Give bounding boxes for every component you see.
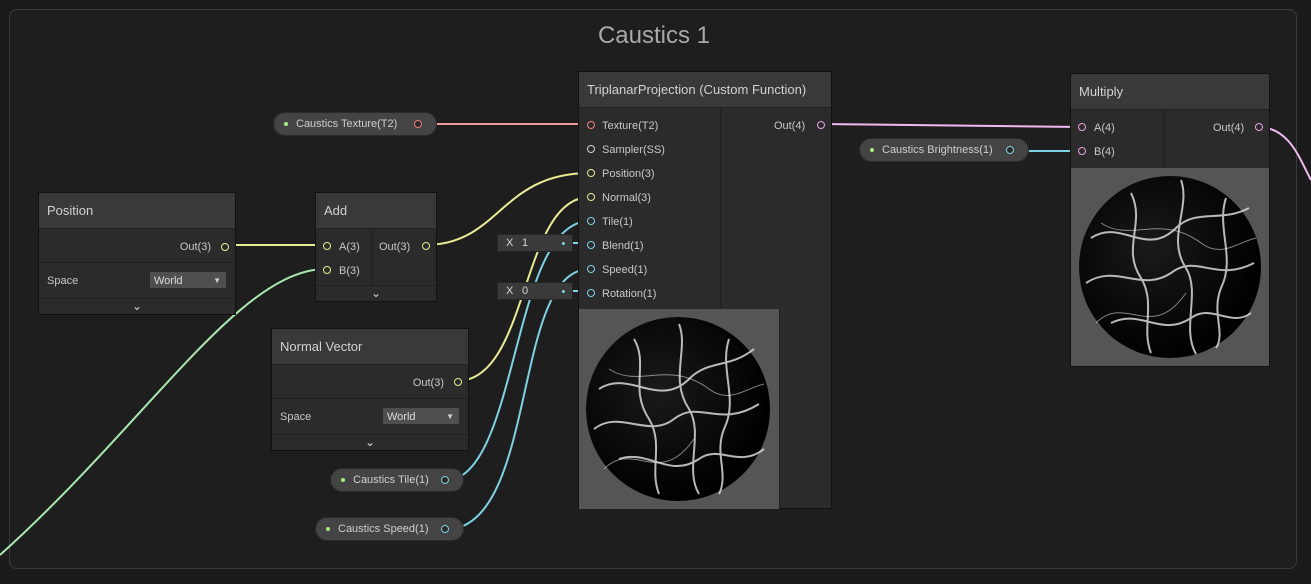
- tile-in-port[interactable]: [587, 217, 595, 225]
- normal-vector-out-port[interactable]: [454, 378, 462, 386]
- rotation-field-dot: [562, 290, 565, 293]
- blend-in-port[interactable]: [587, 241, 595, 249]
- texture-in-label: Texture(T2): [602, 120, 659, 132]
- normal-vector-node[interactable]: Normal Vector Out(3) Space World ▼ ⌄: [271, 328, 469, 451]
- blend-in-label: Blend(1): [602, 240, 644, 252]
- rotation-value[interactable]: 0: [522, 283, 528, 299]
- caustics-texture-property[interactable]: Caustics Texture(T2): [273, 112, 437, 136]
- triplanar-out-label: Out(4): [774, 120, 806, 132]
- caustics-speed-label: Caustics Speed(1): [338, 523, 429, 535]
- sampler-in-label: Sampler(SS): [602, 144, 665, 156]
- multiply-node-title[interactable]: Multiply: [1071, 74, 1269, 110]
- divider: [779, 309, 780, 509]
- divider: [272, 398, 468, 399]
- divider: [39, 262, 235, 263]
- add-in-b-port[interactable]: [323, 266, 331, 274]
- tile-in-label: Tile(1): [602, 216, 633, 228]
- position-space-label: Space: [47, 275, 79, 287]
- add-node-title[interactable]: Add: [316, 193, 436, 229]
- normal-vector-space-label: Space: [280, 411, 312, 423]
- caustics-speed-out-port[interactable]: [441, 525, 449, 533]
- add-in-b-label: B(3): [339, 265, 360, 277]
- caustics-texture-label: Caustics Texture(T2): [296, 118, 398, 130]
- texture-in-port[interactable]: [587, 121, 595, 129]
- group-title[interactable]: Caustics 1: [10, 22, 1298, 50]
- caustics-brightness-out-port[interactable]: [1006, 146, 1014, 154]
- caustics-sphere-preview: [586, 317, 770, 501]
- chevron-down-icon[interactable]: ⌄: [368, 285, 384, 301]
- position-space-dropdown[interactable]: World ▼: [149, 271, 227, 289]
- triangle-down-icon: ▼: [446, 412, 454, 421]
- chevron-down-icon[interactable]: ⌄: [362, 434, 378, 450]
- position-in-port[interactable]: [587, 169, 595, 177]
- multiply-in-b-label: B(4): [1094, 146, 1115, 158]
- caustics-texture-out-port[interactable]: [414, 120, 422, 128]
- blend-value[interactable]: 1: [522, 235, 528, 251]
- divider: [371, 229, 372, 285]
- position-space-value: World: [154, 275, 183, 287]
- normal-in-label: Normal(3): [602, 192, 651, 204]
- caustics-tile-out-port[interactable]: [441, 476, 449, 484]
- add-out-port[interactable]: [422, 242, 430, 250]
- blend-field-dot: [562, 242, 565, 245]
- multiply-node[interactable]: Multiply A(4) B(4) Out(4): [1070, 73, 1270, 367]
- position-node[interactable]: Position Out(3) Space World ▼ ⌄: [38, 192, 236, 315]
- multiply-in-b-port[interactable]: [1078, 147, 1086, 155]
- normal-vector-out-label: Out(3): [412, 377, 444, 389]
- triplanar-node-title[interactable]: TriplanarProjection (Custom Function): [579, 72, 831, 108]
- add-in-a-label: A(3): [339, 241, 360, 253]
- rotation-in-port[interactable]: [587, 289, 595, 297]
- divider: [1164, 110, 1165, 168]
- position-in-label: Position(3): [602, 168, 655, 180]
- triplanar-projection-node[interactable]: TriplanarProjection (Custom Function) Te…: [578, 71, 832, 509]
- caustics-tile-label: Caustics Tile(1): [353, 474, 429, 486]
- triplanar-out-port[interactable]: [817, 121, 825, 129]
- triplanar-preview: [579, 309, 779, 509]
- normal-vector-space-dropdown[interactable]: World ▼: [382, 407, 460, 425]
- add-node[interactable]: Add A(3) B(3) Out(3) ⌄: [315, 192, 437, 302]
- add-in-a-port[interactable]: [323, 242, 331, 250]
- position-node-title[interactable]: Position: [39, 193, 235, 229]
- position-out-port[interactable]: [221, 243, 229, 251]
- sampler-in-port[interactable]: [587, 145, 595, 153]
- property-dot: [341, 478, 345, 482]
- divider: [720, 108, 721, 308]
- normal-in-port[interactable]: [587, 193, 595, 201]
- speed-in-label: Speed(1): [602, 264, 648, 276]
- rotation-inline-field[interactable]: X 0: [497, 282, 573, 300]
- caustics-speed-property[interactable]: Caustics Speed(1): [315, 517, 464, 541]
- normal-vector-space-value: World: [387, 411, 416, 423]
- add-out-label: Out(3): [379, 241, 411, 253]
- rotation-in-label: Rotation(1): [602, 288, 657, 300]
- triangle-down-icon: ▼: [213, 276, 221, 285]
- rotation-axis-label: X: [506, 285, 514, 297]
- multiply-out-port[interactable]: [1255, 123, 1263, 131]
- property-dot: [284, 122, 288, 126]
- multiply-preview: [1071, 168, 1269, 366]
- chevron-down-icon[interactable]: ⌄: [129, 298, 145, 314]
- caustics-brightness-label: Caustics Brightness(1): [882, 144, 993, 156]
- property-dot: [326, 527, 330, 531]
- normal-vector-node-title[interactable]: Normal Vector: [272, 329, 468, 365]
- multiply-in-a-label: A(4): [1094, 122, 1115, 134]
- multiply-out-label: Out(4): [1213, 122, 1245, 134]
- caustics-tile-property[interactable]: Caustics Tile(1): [330, 468, 464, 492]
- position-out-label: Out(3): [179, 241, 211, 253]
- speed-in-port[interactable]: [587, 265, 595, 273]
- blend-inline-field[interactable]: X 1: [497, 234, 573, 252]
- multiply-in-a-port[interactable]: [1078, 123, 1086, 131]
- blend-axis-label: X: [506, 237, 514, 249]
- property-dot: [870, 148, 874, 152]
- caustics-sphere-preview: [1079, 176, 1261, 358]
- caustics-brightness-property[interactable]: Caustics Brightness(1): [859, 138, 1029, 162]
